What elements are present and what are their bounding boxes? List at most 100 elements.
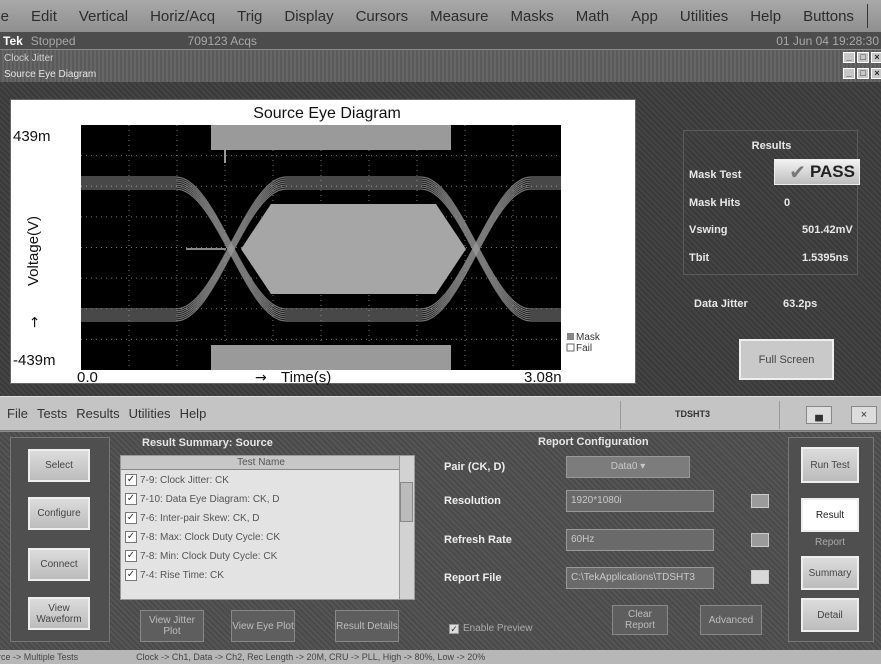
app-menu-help[interactable]: Help — [180, 406, 207, 421]
refresh-rate-browse-button[interactable] — [751, 533, 769, 547]
pair-value: Data0 — [610, 461, 638, 472]
app-menu-results[interactable]: Results — [76, 406, 119, 421]
resolution-field[interactable]: 1920*1080i — [566, 490, 714, 512]
enable-preview[interactable]: ✓ Enable Preview — [449, 623, 532, 634]
view-eye-plot-button[interactable]: View Eye Plot — [231, 610, 295, 642]
eye-diagram-chart: Source Eye Diagram 439m -439m 0.0 3.08n … — [10, 99, 636, 385]
app-menu-utilities[interactable]: Utilities — [129, 406, 171, 421]
date-time: 01 Jun 04 19:28:30 — [776, 33, 879, 48]
refresh-rate-label: Refresh Rate — [444, 534, 512, 546]
menu-buttons[interactable]: Buttons — [792, 8, 865, 25]
menu-divider — [620, 401, 621, 429]
pair-dropdown[interactable]: Data0 ▾ — [566, 456, 690, 478]
close-icon[interactable]: × — [871, 52, 881, 63]
chart-title: Source Eye Diagram — [253, 105, 401, 122]
acquisition-count: 709123 Acqs — [187, 33, 257, 48]
view-jitter-plot-button[interactable]: View Jitter Plot — [140, 610, 204, 642]
result-details-button[interactable]: Result Details — [335, 610, 399, 642]
report-file-field[interactable]: C:\TekApplications\TDSHT3 — [566, 567, 714, 589]
menu-vertical[interactable]: Vertical — [68, 8, 139, 25]
results-panel: Results Mask Test ✔ PASS Mask Hits 0 Vsw… — [683, 130, 860, 275]
connect-button[interactable]: Connect — [28, 548, 90, 581]
inner-window-title: Source Eye Diagram — [4, 68, 97, 80]
legend-fail-label: Fail — [576, 343, 592, 354]
legend-mask-label: Mask — [576, 332, 601, 343]
tbit-label: Tbit — [689, 252, 710, 264]
maximize-icon[interactable]: □ — [857, 68, 869, 79]
close-app-icon[interactable]: × — [851, 406, 877, 424]
full-screen-button[interactable]: Full Screen — [739, 339, 834, 380]
inner-window-title-bar: Source Eye Diagram _ □ × — [0, 66, 881, 82]
app-menu-file[interactable]: File — [7, 406, 28, 421]
checkbox[interactable]: ✓ — [125, 550, 137, 562]
refresh-rate-field[interactable]: 60Hz — [566, 529, 714, 551]
list-item[interactable]: ✓ 7-9: Clock Jitter: CK — [121, 472, 401, 488]
checkmark-icon: ✔ — [789, 161, 806, 184]
view-waveform-button[interactable]: View Waveform — [28, 597, 90, 630]
result-button[interactable]: Result — [801, 498, 859, 532]
advanced-button[interactable]: Advanced — [700, 605, 762, 635]
enable-preview-checkbox[interactable]: ✓ — [449, 623, 459, 634]
legend-mask-swatch — [567, 333, 574, 340]
close-icon[interactable]: × — [871, 68, 881, 79]
menu-cursors[interactable]: Cursors — [345, 8, 420, 25]
resolution-browse-button[interactable] — [751, 494, 769, 508]
vswing-label: Vswing — [689, 224, 728, 236]
x-min-label: 0.0 — [77, 369, 98, 385]
minimize-app-icon[interactable]: ▄ — [806, 406, 832, 424]
run-test-button[interactable]: Run Test — [801, 447, 859, 483]
menu-app[interactable]: App — [620, 8, 669, 25]
menu-help[interactable]: Help — [739, 8, 792, 25]
list-item[interactable]: ✓ 7-8: Min: Clock Duty Cycle: CK — [121, 548, 401, 564]
menu-masks[interactable]: Masks — [499, 8, 564, 25]
list-scrollbar[interactable] — [399, 456, 414, 599]
checkbox[interactable]: ✓ — [125, 493, 137, 505]
scope-menu-bar: ile Edit Vertical Horiz/Acq Trig Display… — [0, 0, 881, 32]
maximize-icon[interactable]: □ — [857, 52, 869, 63]
test-name: 7-6: Inter-pair Skew: CK, D — [140, 512, 260, 524]
menu-horiz-acq[interactable]: Horiz/Acq — [139, 8, 226, 25]
summary-button[interactable]: Summary — [801, 556, 859, 590]
menu-utilities[interactable]: Utilities — [669, 8, 739, 25]
mask-top — [211, 125, 451, 150]
detail-button[interactable]: Detail — [801, 598, 859, 632]
list-item[interactable]: ✓ 7-8: Max: Clock Duty Cycle: CK — [121, 529, 401, 545]
legend-fail-swatch — [566, 343, 575, 352]
acquisition-state: Stopped — [30, 33, 76, 48]
test-name: 7-10: Data Eye Diagram: CK, D — [140, 493, 280, 505]
scrollbar-thumb[interactable] — [400, 482, 413, 522]
minimize-icon[interactable]: _ — [843, 68, 855, 79]
select-button[interactable]: Select — [28, 449, 90, 482]
menu-math[interactable]: Math — [565, 8, 620, 25]
configure-button[interactable]: Configure — [28, 497, 90, 530]
app-menu-bar: File Tests Results Utilities Help TDSHT3… — [0, 396, 881, 431]
mask-hits-value: 0 — [784, 197, 791, 209]
y-axis-arrow-icon: → — [27, 316, 43, 328]
app-menu-tests[interactable]: Tests — [37, 406, 67, 421]
menu-edit[interactable]: Edit — [20, 8, 68, 25]
data-jitter-value: 63.2ps — [783, 298, 818, 310]
checkbox[interactable]: ✓ — [125, 531, 137, 543]
menu-trig[interactable]: Trig — [226, 8, 273, 25]
outer-window-title-bar: Clock Jitter _ □ × — [0, 50, 881, 66]
x-axis-arrow-icon: → — [255, 370, 267, 385]
test-name: 7-8: Min: Clock Duty Cycle: CK — [140, 550, 278, 562]
report-file-browse-button[interactable] — [751, 570, 769, 584]
menu-measure[interactable]: Measure — [419, 8, 499, 25]
test-name-column-header: Test Name — [121, 456, 401, 470]
test-name: 7-9: Clock Jitter: CK — [140, 474, 229, 486]
checkbox[interactable]: ✓ — [125, 512, 137, 524]
menu-divider — [866, 4, 868, 28]
minimize-icon[interactable]: _ — [843, 52, 855, 63]
list-item[interactable]: ✓ 7-6: Inter-pair Skew: CK, D — [121, 510, 401, 526]
checkbox[interactable]: ✓ — [125, 569, 137, 581]
result-summary-title: Result Summary: Source — [142, 437, 273, 449]
list-item[interactable]: ✓ 7-10: Data Eye Diagram: CK, D — [121, 491, 401, 507]
clear-report-button[interactable]: Clear Report — [612, 605, 668, 635]
x-max-label: 3.08n — [524, 369, 562, 385]
results-title: Results — [751, 140, 792, 152]
menu-display[interactable]: Display — [273, 8, 344, 25]
checkbox[interactable]: ✓ — [125, 474, 137, 486]
list-item[interactable]: ✓ 7-4: Rise Time: CK — [121, 567, 401, 583]
menu-file[interactable]: ile — [0, 8, 20, 25]
